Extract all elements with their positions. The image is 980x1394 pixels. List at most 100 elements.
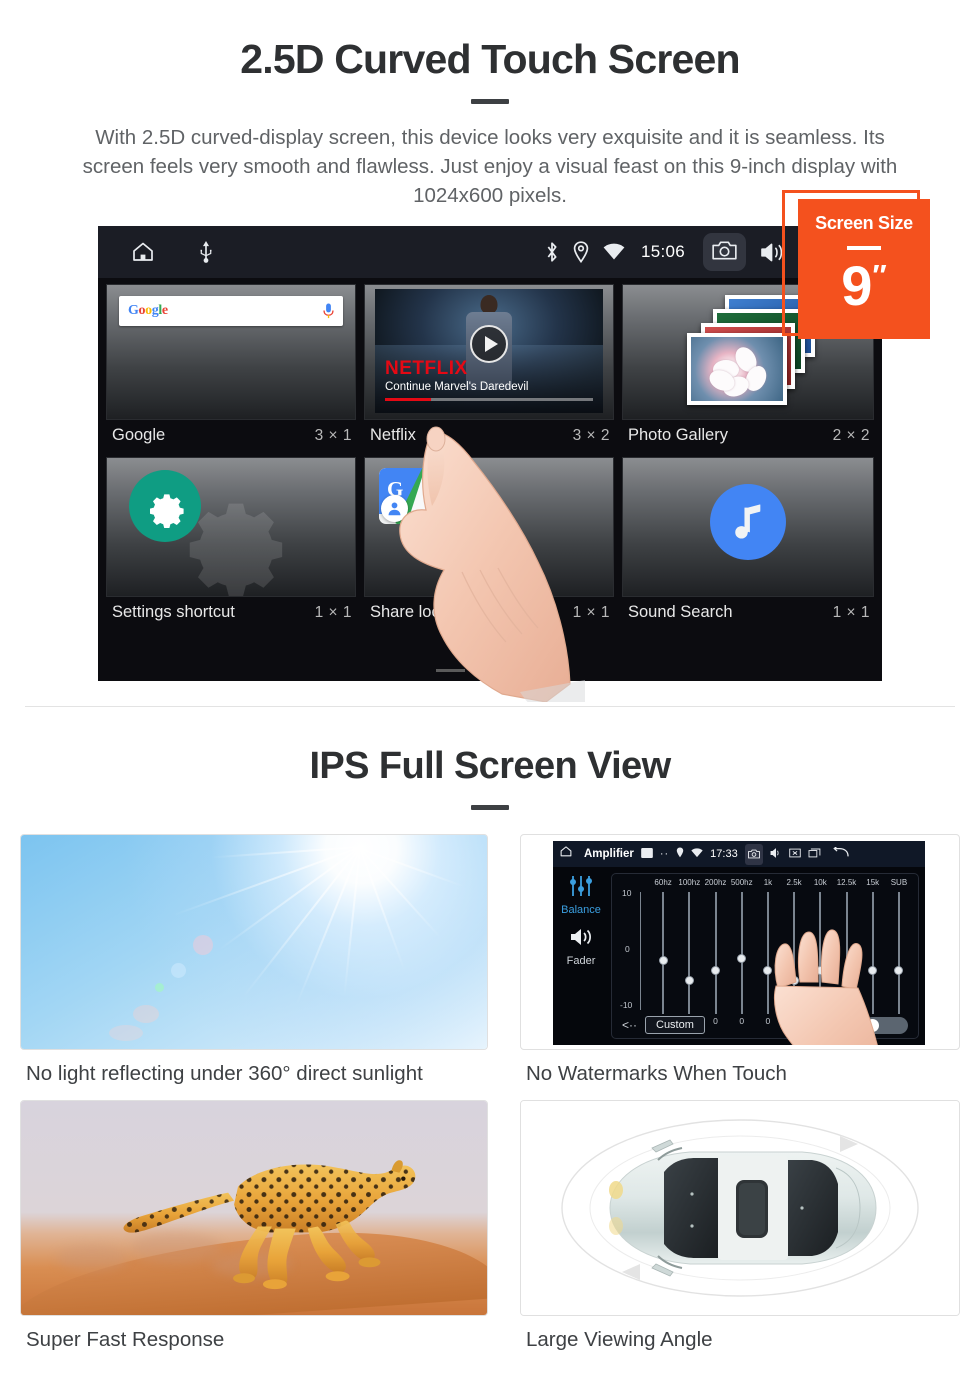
equalizer-scale: 10 0 -10 xyxy=(620,888,650,1011)
car-top-view-illustration xyxy=(520,1100,960,1317)
netflix-progress-bar xyxy=(385,398,593,402)
google-maps-person-icon[interactable]: G xyxy=(379,468,449,525)
feature-tile-sunlight: No light reflecting under 360° direct su… xyxy=(20,834,490,1086)
close-box-icon[interactable] xyxy=(788,845,801,863)
widget-size: 2 × 2 xyxy=(832,426,870,444)
back-arrow-icon[interactable] xyxy=(832,845,850,863)
status-bar-clock: 15:06 xyxy=(640,242,685,262)
amplifier-body: Balance Fader 60hz 100hz 200hz 500hz 1k … xyxy=(553,867,925,1046)
band-label: SUB xyxy=(890,878,908,888)
eq-slider xyxy=(676,892,702,1015)
amplifier-status-bar: Amplifier ·· 17:33 xyxy=(553,841,925,868)
blue-sky-sun-photo xyxy=(20,834,488,1051)
location-pin-icon[interactable] xyxy=(676,845,684,863)
running-cheetah-photo xyxy=(20,1100,488,1317)
gallery-icon[interactable] xyxy=(641,845,653,863)
usb-icon xyxy=(198,241,214,264)
widget-share-location-labelrow: Share location 1 × 1 xyxy=(364,597,614,630)
screen-size-badge-value: 9″ xyxy=(798,258,930,314)
widget-label: Settings shortcut xyxy=(112,603,235,622)
photo-frame-blossom xyxy=(687,333,787,406)
page-dot-1[interactable] xyxy=(435,669,465,673)
page-indicator[interactable] xyxy=(98,669,882,673)
widget-netflix[interactable]: NETFLIX Continue Marvel's Daredevil Netf… xyxy=(364,284,614,453)
widget-google-preview[interactable]: Google xyxy=(106,284,356,421)
open-hand-illustration xyxy=(773,929,878,1046)
widget-share-location[interactable]: G Share location 1 × 1 xyxy=(364,457,614,630)
netflix-brand: NETFLIX xyxy=(385,358,468,380)
home-icon[interactable] xyxy=(559,845,573,863)
widget-label: Netflix xyxy=(370,426,416,445)
product-feature-page: 2.5D Curved Touch Screen With 2.5D curve… xyxy=(0,0,980,1394)
widget-settings-shortcut[interactable]: Settings shortcut 1 × 1 xyxy=(106,457,356,630)
widget-settings-preview[interactable] xyxy=(106,457,356,598)
play-icon[interactable] xyxy=(470,324,508,363)
screen-size-badge-title: Screen Size xyxy=(815,213,913,234)
feature-caption: No light reflecting under 360° direct su… xyxy=(26,1062,423,1086)
wifi-icon[interactable] xyxy=(603,243,625,261)
feature-caption: Large Viewing Angle xyxy=(526,1328,713,1352)
location-pin-icon[interactable] xyxy=(573,241,589,264)
feature-tile-viewing-angle: Large Viewing Angle xyxy=(490,1100,960,1352)
fader-speaker-icon[interactable] xyxy=(568,926,594,948)
bluetooth-icon[interactable] xyxy=(545,241,559,263)
camera-icon[interactable] xyxy=(744,843,763,865)
cheetah-silhouette xyxy=(123,1160,416,1290)
amplifier-side-panel: Balance Fader xyxy=(553,867,609,1045)
home-icon[interactable] xyxy=(130,240,156,264)
android-status-bar: 15:06 xyxy=(98,226,882,279)
netflix-subtitle: Continue Marvel's Daredevil xyxy=(385,381,529,394)
preset-prev-icon[interactable]: <·· xyxy=(622,1018,637,1032)
amplifier-equalizer-screenshot: Amplifier ·· 17:33 Balance Fader 60hz 10… xyxy=(520,834,960,1051)
band-label: 100hz xyxy=(678,878,701,888)
band-label: 12.5k xyxy=(836,878,857,888)
car-top-view-graphic xyxy=(561,1119,919,1298)
gear-icon[interactable] xyxy=(129,470,201,543)
widget-share-location-preview[interactable]: G xyxy=(364,457,614,598)
band-label: 10k xyxy=(813,878,827,888)
widget-size: 3 × 1 xyxy=(314,426,352,444)
eq-slider xyxy=(729,892,755,1015)
camera-icon[interactable] xyxy=(703,233,746,272)
widget-label: Sound Search xyxy=(628,603,733,622)
netflix-artwork: NETFLIX Continue Marvel's Daredevil xyxy=(375,289,603,414)
recents-icon[interactable] xyxy=(808,845,821,863)
widget-size: 1 × 1 xyxy=(572,603,610,621)
widget-photo-gallery-labelrow: Photo Gallery 2 × 2 xyxy=(622,420,874,453)
widget-sound-search[interactable]: Sound Search 1 × 1 xyxy=(622,457,874,630)
widget-google[interactable]: Google Google 3 × 1 xyxy=(106,284,356,453)
feature-tiles-grid: No light reflecting under 360° direct su… xyxy=(20,834,960,1352)
widget-label: Photo Gallery xyxy=(628,426,728,445)
widget-settings-labelrow: Settings shortcut 1 × 1 xyxy=(106,597,356,630)
widget-row-2: Settings shortcut 1 × 1 G Share location… xyxy=(106,457,874,630)
band-label: 60hz xyxy=(654,878,672,888)
android-screen-section: Screen Size 9″ 15:06 Google Google 3 × 1… xyxy=(0,190,980,703)
feature-tile-cheetah: Super Fast Response xyxy=(20,1100,490,1352)
volume-icon[interactable] xyxy=(770,845,782,863)
fader-label: Fader xyxy=(566,955,596,968)
balance-sliders-icon[interactable] xyxy=(568,875,594,897)
feature-tile-amplifier: Amplifier ·· 17:33 Balance Fader 60hz 10… xyxy=(490,834,960,1086)
more-icon[interactable]: ·· xyxy=(660,848,669,860)
music-note-icon[interactable] xyxy=(710,483,786,560)
android-head-unit-screen: 15:06 Google Google 3 × 1 NETFLIX Contin… xyxy=(98,226,882,682)
section1-title: 2.5D Curved Touch Screen xyxy=(240,36,740,82)
wifi-icon[interactable] xyxy=(691,845,703,863)
eq-slider xyxy=(702,892,728,1015)
feature-caption: Super Fast Response xyxy=(26,1328,225,1352)
band-label: 2.5k xyxy=(786,878,802,888)
eq-slider xyxy=(886,892,912,1015)
microphone-icon[interactable] xyxy=(323,303,334,319)
page-dot-3-active[interactable] xyxy=(515,669,545,673)
widget-sound-search-preview[interactable] xyxy=(622,457,874,598)
page-dot-2[interactable] xyxy=(475,669,505,673)
band-label: 15k xyxy=(866,878,880,888)
preset-button[interactable]: Custom xyxy=(645,1016,705,1035)
screen-size-badge: Screen Size 9″ xyxy=(798,199,930,340)
section2-title: IPS Full Screen View xyxy=(309,745,671,788)
section2-underline-rule xyxy=(471,805,509,811)
amplifier-screen: Amplifier ·· 17:33 Balance Fader 60hz 10… xyxy=(553,841,925,1046)
amplifier-clock: 17:33 xyxy=(710,848,738,861)
google-search-bar[interactable]: Google xyxy=(119,296,343,327)
widget-netflix-preview[interactable]: NETFLIX Continue Marvel's Daredevil xyxy=(364,284,614,421)
